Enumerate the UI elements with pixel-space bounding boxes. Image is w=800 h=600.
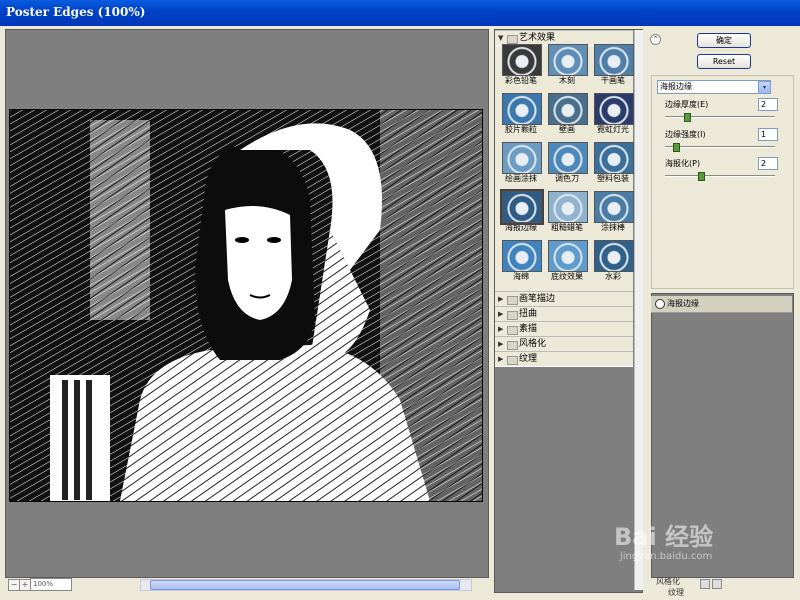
thumbnail-image	[502, 142, 542, 174]
thumbnail-label: 水彩	[605, 272, 621, 281]
param-label: 海报化(P)	[665, 159, 701, 168]
thumbnail-label: 塑料包装	[597, 174, 629, 183]
filter-thumbnail[interactable]: 水彩	[590, 240, 636, 282]
folder-icon	[507, 311, 518, 320]
chevron-down-icon[interactable]: ▾	[758, 81, 771, 94]
param-slider-thumb[interactable]	[673, 143, 680, 152]
category-label: 艺术效果	[519, 33, 556, 43]
category-collapsed[interactable]: ▶ 风格化	[495, 336, 633, 352]
window-title: Poster Edges (100%)	[6, 5, 146, 19]
category-label: 素描	[519, 324, 538, 334]
thumbnail-image	[594, 240, 634, 272]
thumbnail-image	[548, 191, 588, 223]
filter-thumbnail[interactable]: 底纹效果	[544, 240, 590, 282]
filter-thumbnail[interactable]: 海报边缘	[498, 189, 544, 233]
filter-thumbnail[interactable]: 绘画涂抹	[498, 142, 544, 184]
folder-icon	[507, 326, 518, 335]
baidu-watermark: Bai 经验 jingyan.baidu.com	[614, 515, 754, 585]
thumbnail-label: 涂抹棒	[601, 223, 625, 232]
thumbnail-label: 海报边缘	[505, 223, 537, 232]
chevron-right-icon: ▶	[498, 295, 504, 303]
filter-thumbnail[interactable]: 涂抹棒	[590, 191, 636, 233]
reset-button[interactable]: Reset	[697, 54, 751, 69]
param-slider-track[interactable]	[665, 146, 775, 148]
chevron-right-icon: ▶	[498, 325, 504, 333]
param-slider-thumb[interactable]	[684, 113, 691, 122]
filter-select[interactable]: 海报边缘	[657, 80, 771, 94]
thumbnail-label: 绘画涂抹	[505, 174, 537, 183]
thumbnail-image	[548, 240, 588, 272]
chevron-right-icon: ▶	[498, 310, 504, 318]
horizontal-scroll-thumb[interactable]	[150, 580, 460, 590]
thumbnail-image	[502, 240, 542, 272]
category-collapsed[interactable]: ▶ 扭曲	[495, 306, 633, 322]
category-label: 画笔描边	[519, 294, 556, 304]
chevron-right-icon: ▶	[498, 355, 504, 363]
category-label: 扭曲	[519, 309, 538, 319]
preview-image	[9, 109, 483, 502]
param-slider-thumb[interactable]	[698, 172, 706, 181]
category-collapsed[interactable]: ▶ 画笔描边	[495, 291, 633, 307]
thumbnail-label: 壁画	[559, 125, 575, 134]
category-collapsed[interactable]: ▶ 纹理	[495, 351, 633, 367]
thumbnail-label: 调色刀	[555, 174, 579, 183]
filter-thumbnail[interactable]: 塑料包装	[590, 142, 636, 184]
category-label: 纹理	[519, 354, 538, 364]
thumbnail-image	[594, 93, 634, 125]
param-value-input[interactable]: 2	[758, 98, 778, 111]
folder-icon	[507, 35, 518, 44]
param-slider-track[interactable]	[665, 175, 775, 177]
param-slider-track[interactable]	[665, 116, 775, 118]
thumbnail-label: 干画笔	[601, 76, 625, 85]
title-bar: Poster Edges (100%)	[0, 0, 800, 26]
thumbnail-image	[502, 93, 542, 125]
layer-bottom-label-2: 纹理	[668, 588, 684, 597]
filter-thumbnail[interactable]: 胶片颗粒	[498, 93, 544, 135]
filter-thumbnail[interactable]: 霓虹灯光	[590, 93, 636, 135]
thumbnail-image	[594, 142, 634, 174]
folder-icon	[507, 296, 518, 305]
thumbnail-image	[500, 189, 544, 225]
thumbnail-image	[548, 44, 588, 76]
filter-thumbnail[interactable]: 干画笔	[590, 44, 636, 86]
ok-button[interactable]: 确定	[697, 33, 751, 48]
poster-edges-photo	[10, 110, 482, 501]
thumbnail-image	[594, 191, 634, 223]
param-value-input[interactable]: 2	[758, 157, 778, 170]
effect-layer-row[interactable]: 海报边缘	[651, 296, 792, 313]
effect-layer-label: 海报边缘	[667, 299, 699, 308]
folder-icon	[507, 341, 518, 350]
category-collapsed[interactable]: ▶ 素描	[495, 321, 633, 337]
eye-icon[interactable]	[655, 299, 665, 309]
filter-thumbnail[interactable]: 海绵	[498, 240, 544, 282]
filter-thumbnail[interactable]: 木刻	[544, 44, 590, 86]
chevron-right-icon: ▶	[498, 340, 504, 348]
thumbnail-label: 胶片颗粒	[505, 125, 537, 134]
folder-icon	[507, 356, 518, 365]
param-value-input[interactable]: 1	[758, 128, 778, 141]
thumbnail-label: 底纹效果	[551, 272, 583, 281]
thumbnail-label: 粗糙蜡笔	[551, 223, 583, 232]
thumbnail-image	[548, 93, 588, 125]
param-label: 边缘强度(I)	[665, 130, 706, 139]
thumbnail-image	[502, 44, 542, 76]
thumbnail-label: 霓虹灯光	[597, 125, 629, 134]
filter-thumbnail[interactable]: 粗糙蜡笔	[544, 191, 590, 233]
watermark-url: jingyan.baidu.com	[620, 551, 713, 562]
watermark-text: Bai 经验	[614, 523, 714, 551]
filter-thumbnail[interactable]: 调色刀	[544, 142, 590, 184]
collapse-icon[interactable]: ⌃	[650, 34, 661, 45]
zoom-select[interactable]: 100%	[30, 578, 72, 591]
thumbnail-label: 木刻	[559, 76, 575, 85]
category-label: 风格化	[519, 339, 547, 349]
thumbnail-label: 彩色铅笔	[505, 76, 537, 85]
chevron-down-icon: ▼	[498, 34, 504, 42]
param-label: 边缘厚度(E)	[665, 100, 709, 109]
gallery-empty-area	[495, 367, 633, 590]
filter-thumbnail[interactable]: 彩色铅笔	[498, 44, 544, 86]
thumbnail-image	[594, 44, 634, 76]
filter-thumbnail[interactable]: 壁画	[544, 93, 590, 135]
thumbnail-label: 海绵	[513, 272, 529, 281]
thumbnail-image	[548, 142, 588, 174]
